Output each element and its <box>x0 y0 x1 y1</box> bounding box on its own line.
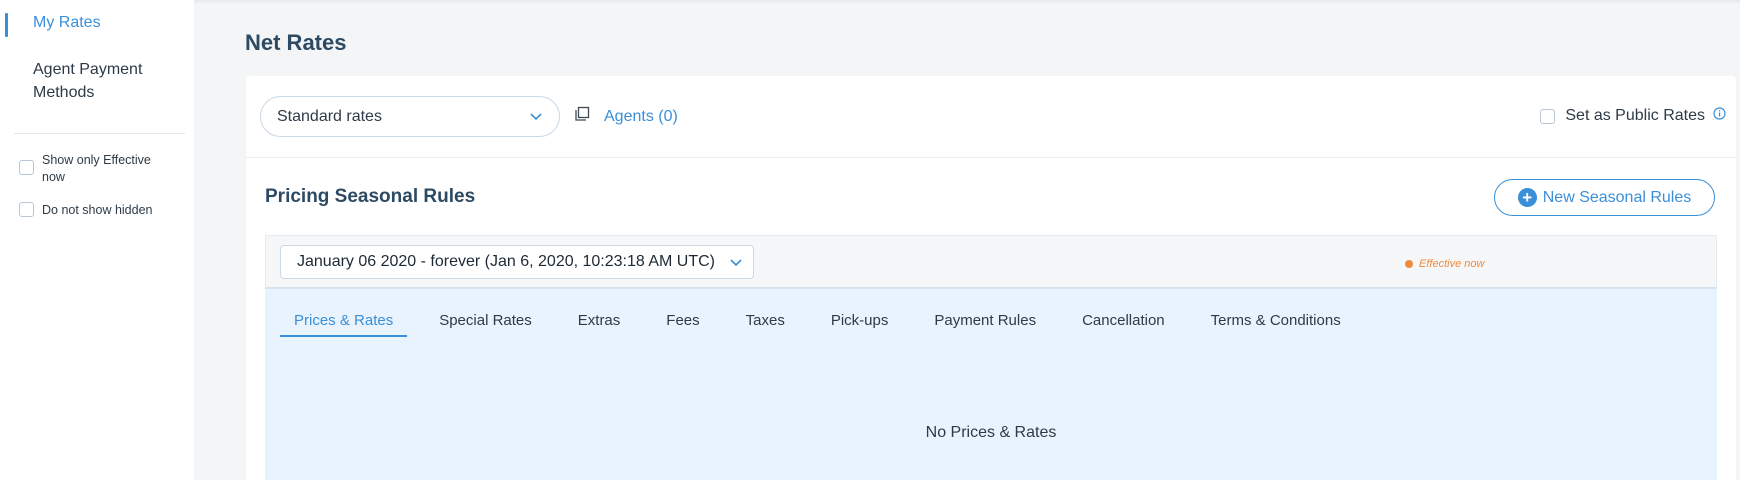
tab-prices-rates[interactable]: Prices & Rates <box>280 312 408 337</box>
season-header: January 06 2020 - forever (Jan 6, 2020, … <box>265 235 1717 287</box>
season-period-value: January 06 2020 - forever (Jan 6, 2020, … <box>297 253 716 270</box>
sidebar-item-my-rates[interactable]: My Rates <box>33 11 101 34</box>
top-shadow <box>194 0 1740 4</box>
hide-hidden-checkbox[interactable] <box>19 202 34 217</box>
effective-now-checkbox[interactable] <box>19 160 34 175</box>
chevron-down-icon <box>529 109 543 128</box>
chevron-down-icon <box>729 255 743 274</box>
sidebar-divider <box>14 133 185 134</box>
public-rates-label: Set as Public Rates <box>1565 107 1705 124</box>
empty-state-message: No Prices & Rates <box>925 424 1057 441</box>
status-dot-icon <box>1405 260 1413 268</box>
sidebar-item-agent-payment-methods[interactable]: Agent Payment Methods <box>33 58 183 104</box>
tab-extras[interactable]: Extras <box>564 312 635 337</box>
tab-cancellation[interactable]: Cancellation <box>1068 312 1179 337</box>
page-title: Net Rates <box>245 30 347 55</box>
status-label: Effective now <box>1419 258 1485 270</box>
rate-type-select[interactable]: Standard rates <box>260 96 560 137</box>
plus-circle-icon: + <box>1517 188 1537 207</box>
tab-payment-rules[interactable]: Payment Rules <box>920 312 1050 337</box>
season-tabs: Prices & Rates Special Rates Extras Fees… <box>280 312 1373 337</box>
sidebar: My Rates Agent Payment Methods Show only… <box>0 0 194 480</box>
season-content: Prices & Rates Special Rates Extras Fees… <box>265 287 1717 480</box>
status-badge: Effective now <box>1405 258 1484 270</box>
tab-special-rates[interactable]: Special Rates <box>425 312 546 337</box>
seasonal-rules-title: Pricing Seasonal Rules <box>265 186 476 207</box>
filter-hide-hidden[interactable]: Do not show hidden <box>19 202 172 219</box>
agents-link[interactable]: Agents (0) <box>574 106 678 127</box>
tab-pick-ups[interactable]: Pick-ups <box>817 312 903 337</box>
filter-effective-now[interactable]: Show only Effective now <box>19 152 172 186</box>
tab-fees[interactable]: Fees <box>652 312 713 337</box>
tab-terms-conditions[interactable]: Terms & Conditions <box>1197 312 1355 337</box>
copy-icon <box>574 106 590 127</box>
rate-type-value: Standard rates <box>277 107 382 125</box>
new-seasonal-rules-button[interactable]: + New Seasonal Rules <box>1494 179 1715 216</box>
filter-hide-hidden-label: Do not show hidden <box>42 203 153 217</box>
active-indicator <box>5 13 8 37</box>
info-icon[interactable] <box>1713 107 1726 125</box>
agents-label[interactable]: Agents (0) <box>604 108 678 126</box>
new-seasonal-rules-label: New Seasonal Rules <box>1542 188 1692 206</box>
tab-taxes[interactable]: Taxes <box>732 312 799 337</box>
public-rates-option[interactable]: Set as Public Rates <box>1540 107 1726 125</box>
public-rates-checkbox[interactable] <box>1540 108 1556 124</box>
filter-effective-now-label: Show only Effective now <box>42 153 151 184</box>
season-period-select[interactable]: January 06 2020 - forever (Jan 6, 2020, … <box>280 245 754 279</box>
rates-card: Standard rates Agents (0) Set as Public … <box>246 76 1736 480</box>
toolbar-divider <box>246 157 1736 158</box>
